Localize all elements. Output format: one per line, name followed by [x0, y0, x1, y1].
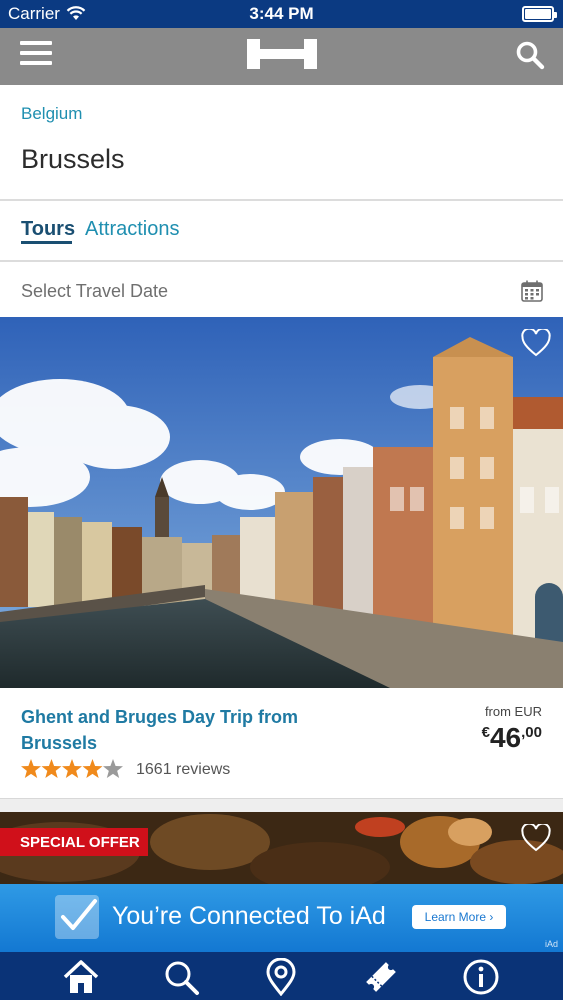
breadcrumb-country[interactable]: Belgium	[21, 104, 82, 124]
battery-icon	[522, 6, 557, 22]
favorite-heart-icon[interactable]	[521, 824, 551, 852]
star-filled-icon	[41, 759, 62, 778]
info-icon[interactable]	[461, 958, 501, 996]
price-cents: ,00	[521, 724, 542, 741]
tour-price: €46,00	[482, 722, 542, 754]
search-icon[interactable]	[161, 958, 201, 996]
learn-more-button[interactable]: Learn More ›	[412, 905, 506, 929]
iad-banner-text: You’re Connected To iAd	[112, 902, 386, 930]
bottom-tab-bar	[0, 952, 563, 1000]
checkmark-icon	[55, 895, 99, 939]
tab-tours[interactable]: Tours	[21, 218, 75, 241]
review-count[interactable]: 1661 reviews	[136, 761, 230, 779]
tour-card-info[interactable]: Ghent and Bruges Day Trip from Brussels …	[0, 688, 563, 798]
card-separator	[0, 798, 563, 812]
star-filled-icon	[62, 759, 82, 778]
select-travel-date-row[interactable]: Select Travel Date	[0, 262, 563, 317]
iad-banner[interactable]: You’re Connected To iAd Learn More › iAd	[0, 884, 563, 952]
star-rating	[21, 759, 123, 778]
hotels-h-logo-icon[interactable]	[247, 39, 317, 69]
hamburger-menu-icon[interactable]	[20, 41, 52, 71]
price-from-label: from EUR	[484, 704, 542, 719]
app-screen: Carrier 3:44 PM Belgium Brussels Tours A…	[0, 0, 563, 1000]
status-bar: Carrier 3:44 PM	[0, 0, 563, 28]
star-filled-icon	[21, 759, 41, 778]
tab-attractions[interactable]: Attractions	[85, 218, 179, 241]
star-filled-icon	[82, 759, 103, 778]
favorite-heart-icon[interactable]	[521, 329, 551, 357]
price-whole: 46	[489, 722, 522, 753]
divider	[0, 199, 563, 201]
top-navbar	[0, 28, 563, 85]
price-currency: €	[481, 724, 490, 741]
active-tab-indicator	[21, 241, 72, 244]
page-title: Brussels	[21, 144, 125, 174]
tour-photo-bruges-canal[interactable]	[0, 317, 563, 688]
search-icon[interactable]	[515, 40, 545, 70]
travel-date-label: Select Travel Date	[21, 281, 169, 301]
clock-time: 3:44 PM	[249, 4, 314, 23]
ticket-icon[interactable]	[361, 958, 401, 996]
iad-mark: iAd	[544, 939, 558, 949]
tour-photo	[0, 317, 563, 688]
home-icon[interactable]	[61, 958, 101, 996]
star-empty-icon	[103, 759, 123, 778]
calendar-icon[interactable]	[521, 280, 543, 302]
special-offer-badge: SPECIAL OFFER	[0, 828, 148, 856]
map-pin-icon[interactable]	[261, 958, 301, 996]
tour-photo-second[interactable]: SPECIAL OFFER	[0, 812, 563, 888]
tour-title-link[interactable]: Ghent and Bruges Day Trip from Brussels	[21, 704, 341, 756]
